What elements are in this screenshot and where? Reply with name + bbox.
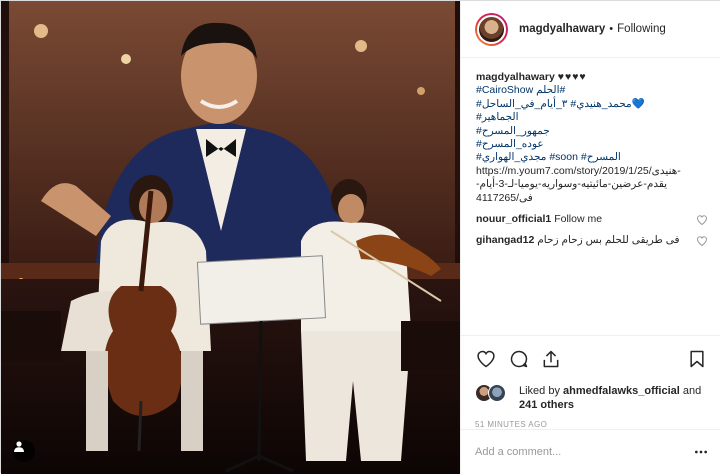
comment-icon[interactable] (508, 348, 530, 370)
likes-joiner: and (682, 385, 702, 397)
add-comment-bar (461, 429, 720, 474)
post-caption: magdyalhawary ♥♥♥♥ #CairoShow الحلم# 💙مح… (476, 71, 708, 205)
likes-others-link[interactable]: 241 others (519, 399, 574, 411)
heart-icon[interactable] (475, 348, 497, 370)
add-comment-input[interactable] (475, 446, 675, 458)
caption-line[interactable]: الجماهير# (476, 111, 708, 124)
caption-username[interactable]: magdyalhawary (476, 71, 555, 83)
user-tag-icon[interactable] (13, 440, 35, 462)
caption-line[interactable]: عوده_المسرح# (476, 138, 708, 151)
post-dialog: magdyalhawary • Following magdyalhawary … (0, 0, 720, 474)
post-photo[interactable] (1, 1, 460, 474)
share-icon[interactable] (540, 348, 562, 370)
caption-link-line: يقدم-عرضين-مائيتيه-وسواريه-يوميا-لـ-3-أي… (476, 178, 668, 204)
liker-username[interactable]: ahmedfalawks_official (563, 385, 680, 397)
post-timestamp[interactable]: 51 minutes ago (475, 420, 708, 429)
concert-photo-illustration (1, 1, 460, 474)
comment-item: gihangad12 فى طريقى للحلم بس زحام زحام (476, 234, 708, 247)
comment-like-heart-icon[interactable] (696, 235, 708, 247)
post-side-panel: magdyalhawary • Following magdyalhawary … (460, 1, 720, 474)
following-button[interactable]: Following (617, 23, 666, 35)
comments-section: magdyalhawary ♥♥♥♥ #CairoShow الحلم# 💙مح… (461, 59, 720, 335)
more-options-icon[interactable] (692, 444, 710, 460)
header-separator: • (609, 23, 614, 35)
likes-text: Liked by ahmedfalawks_official and 241 o… (519, 384, 701, 412)
comment-username[interactable]: gihangad12 (476, 234, 534, 246)
comment-text: فى طريقى للحلم بس زحام زحام (537, 234, 680, 247)
comment-item: nouur_official1 Follow me (476, 213, 708, 226)
caption-line[interactable]: #CairoShow الحلم# (476, 84, 708, 97)
caption-link-line: https://m.youm7.com/story/2019/1/25/هنيد… (476, 164, 681, 177)
comment-username[interactable]: nouur_official1 (476, 213, 551, 225)
author-avatar[interactable] (475, 12, 508, 46)
author-avatar-image (477, 14, 506, 44)
bookmark-icon[interactable] (686, 348, 708, 370)
comment-like-heart-icon[interactable] (696, 214, 708, 226)
likes-summary: Liked by ahmedfalawks_official and 241 o… (475, 384, 708, 412)
liker-avatar[interactable] (488, 384, 506, 402)
post-actions: Liked by ahmedfalawks_official and 241 o… (461, 335, 720, 429)
caption-line[interactable]: المسرح# soon# مجدي_الهواري# (476, 151, 708, 164)
action-icons-row (475, 348, 708, 374)
post-header: magdyalhawary • Following (461, 1, 720, 58)
author-username[interactable]: magdyalhawary (519, 23, 605, 35)
caption-line[interactable]: جمهور_المسرح# (476, 125, 708, 138)
person-icon (14, 441, 24, 452)
caption-hearts: ♥♥♥♥ (557, 71, 587, 83)
liker-avatars (475, 384, 513, 404)
comment-text: Follow me (554, 213, 603, 226)
likes-prefix: Liked by (519, 385, 560, 397)
caption-line[interactable]: 💙محمد_هنيدي# ٣_أيام_في_الساحل# (476, 98, 708, 111)
